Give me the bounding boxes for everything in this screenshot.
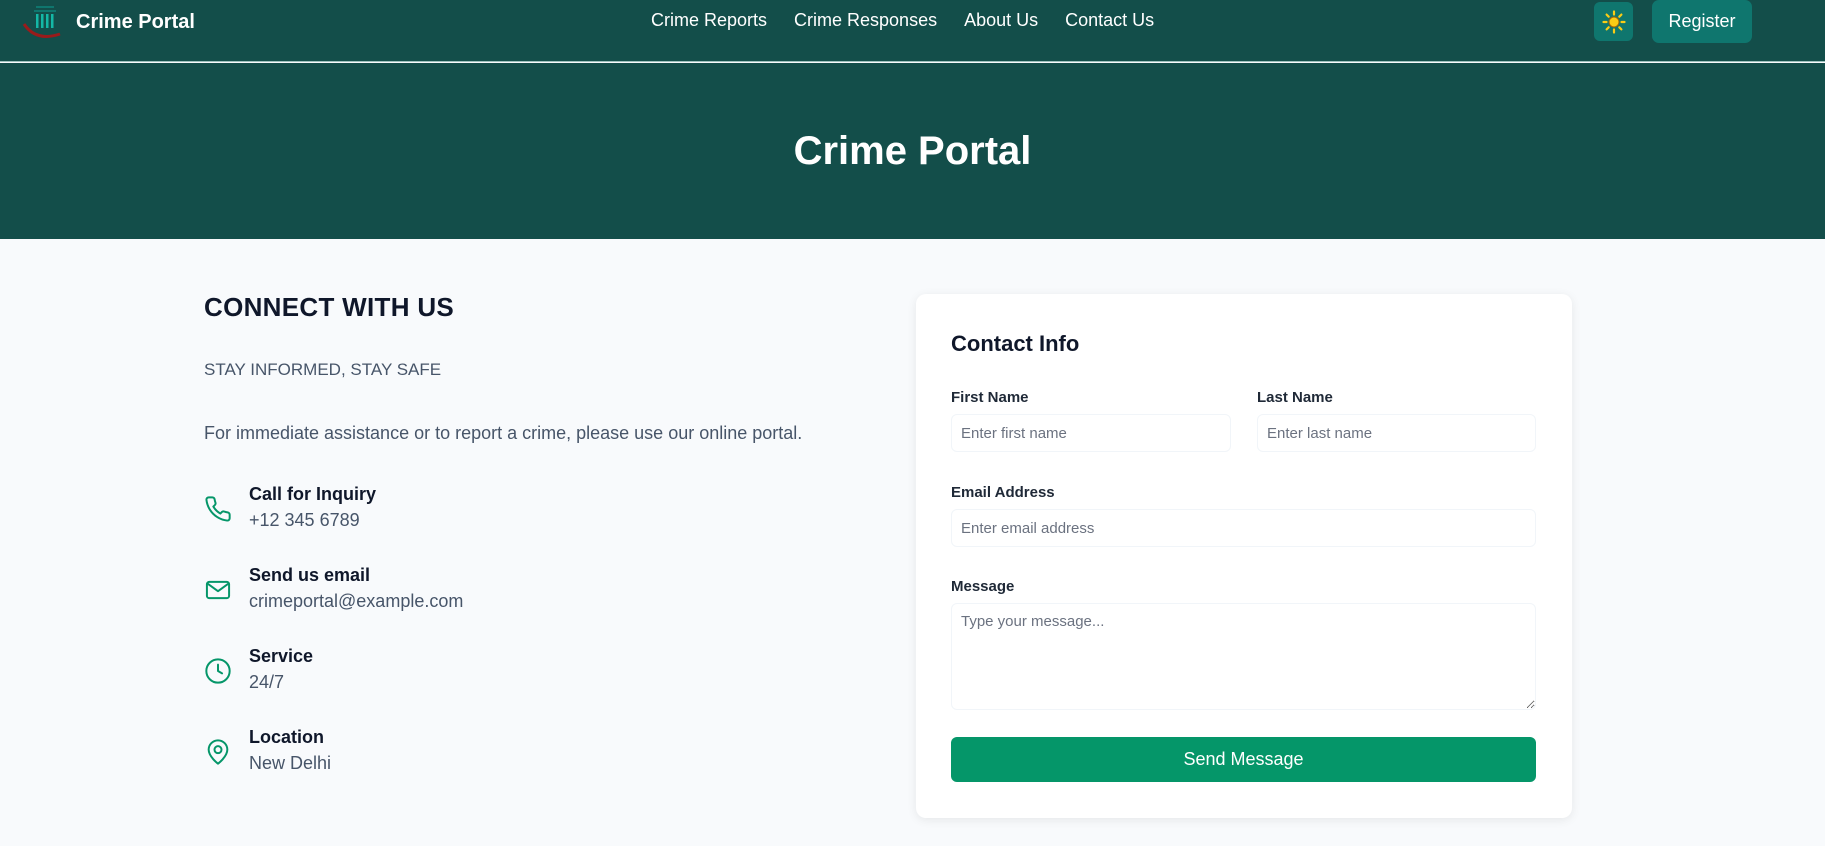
brand-name: Crime Portal — [76, 10, 195, 33]
contact-form-card: Contact Info First Name Last Name Email … — [916, 294, 1572, 818]
connect-tagline: STAY INFORMED, STAY SAFE — [204, 360, 442, 379]
info-label: Call for Inquiry — [249, 484, 377, 504]
top-navbar: Crime Portal Crime Reports Crime Respons… — [0, 0, 1825, 62]
info-item-phone: Call for Inquiry +12 345 6789 — [204, 484, 704, 540]
map-pin-icon — [207, 739, 229, 765]
nav-link-about-us[interactable]: About Us — [964, 10, 1038, 31]
first-name-label: First Name — [951, 389, 1029, 406]
hero-banner: Crime Portal — [0, 63, 1825, 239]
crime-portal-logo-icon — [22, 6, 61, 38]
message-label: Message — [951, 578, 1015, 595]
message-textarea[interactable] — [951, 603, 1536, 710]
info-value: New Delhi — [249, 753, 332, 773]
info-item-service: Service 24/7 — [204, 646, 704, 702]
register-button[interactable]: Register — [1652, 0, 1752, 43]
info-item-email: Send us email crimeportal@example.com — [204, 565, 704, 621]
info-value: +12 345 6789 — [249, 510, 360, 530]
primary-nav: Crime Reports Crime Responses About Us C… — [651, 10, 1154, 31]
nav-link-contact-us[interactable]: Contact Us — [1065, 10, 1154, 31]
email-input[interactable] — [951, 509, 1536, 547]
contact-form-title: Contact Info — [951, 331, 1080, 356]
sun-icon — [1601, 9, 1626, 34]
info-value: 24/7 — [249, 672, 285, 692]
brand-home-link[interactable]: Crime Portal — [22, 2, 195, 42]
info-value: crimeportal@example.com — [249, 591, 464, 611]
last-name-input[interactable] — [1257, 414, 1536, 452]
info-label: Service — [249, 646, 314, 666]
connect-title: CONNECT WITH US — [204, 292, 455, 322]
connect-description: For immediate assistance or to report a … — [204, 423, 803, 443]
info-item-location: Location New Delhi — [204, 727, 704, 783]
mail-icon — [205, 580, 231, 600]
nav-link-crime-responses[interactable]: Crime Responses — [794, 10, 937, 31]
theme-toggle-button[interactable] — [1594, 2, 1633, 41]
info-label: Send us email — [249, 565, 371, 585]
last-name-label: Last Name — [1257, 389, 1333, 406]
phone-icon — [205, 496, 231, 522]
nav-link-crime-reports[interactable]: Crime Reports — [651, 10, 767, 31]
connect-section: CONNECT WITH US STAY INFORMED, STAY SAFE… — [204, 292, 844, 773]
clock-icon — [205, 658, 231, 684]
info-label: Location — [249, 727, 324, 747]
send-message-button[interactable]: Send Message — [951, 737, 1536, 782]
first-name-input[interactable] — [951, 414, 1231, 452]
email-label: Email Address — [951, 484, 1055, 501]
hero-title: Crime Portal — [793, 128, 1032, 173]
